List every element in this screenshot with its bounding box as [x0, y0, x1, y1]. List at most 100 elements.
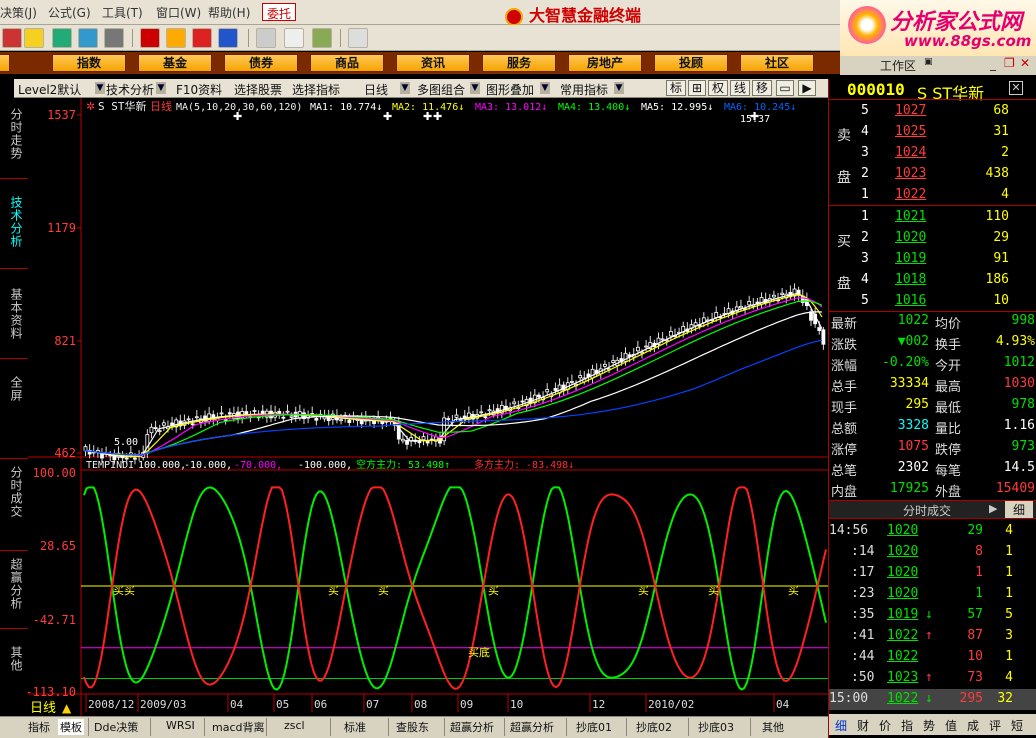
tab-bottom-01[interactable]: 抄底01 [576, 719, 612, 735]
line-button[interactable]: 线 [730, 80, 750, 96]
toolbar-icon-2[interactable] [24, 28, 44, 48]
sell-row[interactable]: 4 1025 31 [829, 122, 1036, 143]
nav-service[interactable]: 服务 [482, 54, 556, 72]
sell-row[interactable]: 1 1022 4 [829, 185, 1036, 206]
tick-row[interactable]: :17 1020 1 1 [829, 563, 1036, 584]
tech-analysis-select[interactable]: 技术分析 [106, 81, 154, 98]
move-button[interactable]: 移 [752, 80, 772, 96]
tick-row[interactable]: :35 1019 ↓ 57 5 [829, 605, 1036, 626]
tick-row[interactable]: :41 1022 ↑ 87 3 [829, 626, 1036, 647]
nav-advisor[interactable]: 投顾 [654, 54, 728, 72]
tick-row[interactable]: :14 1020 8 1 [829, 542, 1036, 563]
pick-index-button[interactable]: 选择指标 [292, 81, 340, 98]
tab-intraday[interactable]: 分时走势 [8, 108, 23, 160]
tab-super-win-1[interactable]: 超赢分析 [450, 719, 494, 735]
level2-dropdown-icon[interactable]: ▼ [95, 82, 105, 94]
overlay-select[interactable]: 图形叠加 [486, 81, 534, 98]
close-icon[interactable]: ✕ [1020, 56, 1030, 70]
quote-tab[interactable]: 成 [967, 717, 979, 734]
tick-row[interactable]: :50 1023 ↑ 73 4 [829, 668, 1036, 689]
nav-community[interactable]: 社区 [740, 54, 814, 72]
tab-zscl[interactable]: zscl [284, 719, 305, 732]
period-up-icon[interactable]: ▲ [62, 701, 72, 715]
nav-commodity[interactable]: 商品 [310, 54, 384, 72]
stat-row[interactable]: 涨跌 ▼002 换手 4.93% [829, 332, 1036, 353]
toolbar-icon-8[interactable] [192, 28, 212, 48]
nav-fund[interactable]: 基金 [138, 54, 212, 72]
workzone-label[interactable]: 工作区 [880, 57, 916, 74]
binocular-icon[interactable] [78, 28, 98, 48]
tick-row[interactable]: 15:00 1022 ↓ 295 32 [829, 689, 1036, 710]
tab-other[interactable]: 其他 [8, 646, 23, 672]
stat-row[interactable]: 总笔 2302 每笔 14.5 [829, 458, 1036, 479]
quote-tab[interactable]: 值 [945, 717, 957, 734]
toolbar-icon-1[interactable] [2, 28, 22, 48]
tab-fundamentals[interactable]: 基本资料 [8, 288, 23, 340]
buy-row[interactable]: 2 1020 29 [829, 228, 1036, 249]
tab-bottom-02[interactable]: 抄底02 [636, 719, 672, 735]
arrow-icon[interactable] [166, 28, 186, 48]
tab-fullscreen[interactable]: 全屏 [8, 376, 23, 402]
ticks-play-icon[interactable]: ▶ [989, 502, 997, 515]
tick-row[interactable]: :23 1020 1 1 [829, 584, 1036, 605]
restore-icon[interactable]: ❐ [1004, 56, 1015, 70]
toolbar-icon-10[interactable] [256, 28, 276, 48]
buy-row[interactable]: 1 1021 110 [829, 207, 1036, 228]
tab-super-win-2[interactable]: 超赢分析 [510, 719, 554, 735]
tick-row[interactable]: :44 1022 10 1 [829, 647, 1036, 668]
stat-row[interactable]: 总额 3328 量比 1.16 [829, 416, 1036, 437]
toolbar-icon-3[interactable] [52, 28, 72, 48]
quote-tab[interactable]: 短 [1011, 717, 1023, 734]
quote-tab[interactable]: 价 [879, 717, 891, 734]
multi-chart-select[interactable]: 多图组合 [417, 81, 465, 98]
quote-tab[interactable]: 财 [857, 717, 869, 734]
overlay-dropdown-icon[interactable]: ▼ [540, 82, 550, 94]
menu-formula[interactable]: 公式(G) [48, 4, 91, 21]
toolbar-icon-11[interactable] [284, 28, 304, 48]
ticks-detail-button[interactable]: 细 [1005, 501, 1033, 518]
menu-tools[interactable]: 工具(T) [102, 4, 143, 21]
stat-row[interactable]: 总手 33334 最高 1030 [829, 374, 1036, 395]
tab-template[interactable]: 模板 [58, 719, 84, 735]
buy-row[interactable]: 5 1016 10 [829, 291, 1036, 312]
nav-news[interactable]: 资讯 [396, 54, 470, 72]
tab-technical[interactable]: 技术分析 [8, 196, 23, 248]
chart-svg[interactable]: 15371179821462 100.0028.65-42.71-113.10 … [25, 98, 828, 716]
dropdown-icon[interactable]: ▣ [924, 57, 933, 67]
quote-tab[interactable]: 评 [989, 717, 1001, 734]
quote-tab[interactable]: 指 [901, 717, 913, 734]
multi-dropdown-icon[interactable]: ▼ [470, 82, 480, 94]
tab-ticks[interactable]: 分时成交 [8, 466, 23, 518]
sell-row[interactable]: 2 1023 438 [829, 164, 1036, 185]
stat-row[interactable]: 涨幅 -0.20% 今开 1012 [829, 353, 1036, 374]
tab-other-indicator[interactable]: 其他 [762, 719, 784, 735]
common-dropdown-icon[interactable]: ▼ [614, 82, 624, 94]
quote-tab[interactable]: 细 [835, 717, 847, 734]
toolbar-icon-12[interactable] [312, 28, 332, 48]
common-index-select[interactable]: 常用指标 [560, 81, 608, 98]
sell-row[interactable]: 3 1024 2 [829, 143, 1036, 164]
menu-help[interactable]: 帮助(H) [208, 4, 250, 21]
nav-realestate[interactable]: 房地产 [568, 54, 642, 72]
entrust-button[interactable]: 委托 [262, 3, 297, 21]
play-icon[interactable]: ▶ [798, 80, 816, 96]
stat-row[interactable]: 内盘 17925 外盘 15409 [829, 479, 1036, 500]
tab-standard[interactable]: 标准 [344, 719, 366, 735]
buy-row[interactable]: 3 1019 91 [829, 249, 1036, 270]
tab-dde[interactable]: Dde决策 [94, 719, 138, 735]
nav-stock[interactable]: 股 [0, 54, 10, 72]
sell-row[interactable]: 5 1027 68 [829, 101, 1036, 122]
tab-super-win[interactable]: 超赢分析 [8, 558, 23, 610]
stat-row[interactable]: 现手 295 最低 978 [829, 395, 1036, 416]
stat-row[interactable]: 涨停 1075 跌停 973 [829, 437, 1036, 458]
tech-dropdown-icon[interactable]: ▼ [156, 82, 166, 94]
rights-button[interactable]: 权 [708, 80, 728, 96]
f10-button[interactable]: F10资料 [176, 81, 222, 98]
pick-stock-button[interactable]: 选择股票 [234, 81, 282, 98]
menu-window[interactable]: 窗口(W) [156, 4, 201, 21]
tab-indicator[interactable]: 指标 [28, 719, 50, 735]
buy-row[interactable]: 4 1018 186 [829, 270, 1036, 291]
toolbar-icon-6[interactable] [140, 28, 160, 48]
minimize-icon[interactable]: _ [990, 57, 996, 71]
quote-tab[interactable]: 势 [923, 717, 935, 734]
